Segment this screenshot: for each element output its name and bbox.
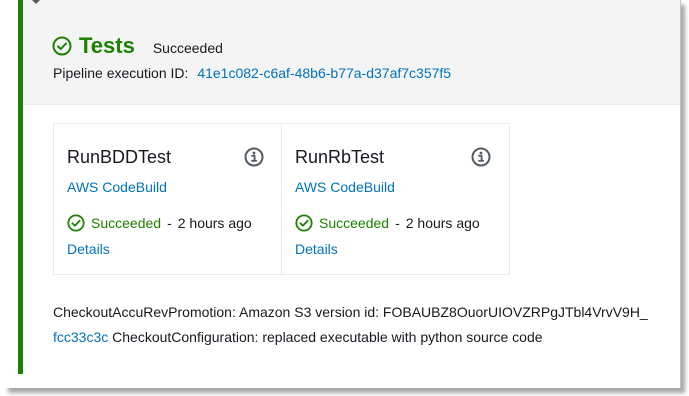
action-status-row: Succeeded - 2 hours ago xyxy=(295,214,480,232)
actions-row: RunBDDTest AWS CodeBuild Succeeded - 2 h… xyxy=(53,123,510,275)
source-revisions: CheckoutAccuRevPromotion: Amazon S3 vers… xyxy=(53,300,683,350)
revision-line-s3: CheckoutAccuRevPromotion: Amazon S3 vers… xyxy=(53,304,648,320)
action-details-link[interactable]: Details xyxy=(295,241,338,257)
action-status: Succeeded xyxy=(319,215,390,231)
stage-header: Tests Succeeded Pipeline execution ID: 4… xyxy=(23,0,680,105)
action-provider-link[interactable]: AWS CodeBuild xyxy=(295,179,395,195)
execution-id-label: Pipeline execution ID: xyxy=(53,65,189,81)
revision-line-commit: fcc33c3c CheckoutConfiguration: replaced… xyxy=(53,325,683,350)
info-icon[interactable] xyxy=(471,147,491,167)
action-status: Succeeded xyxy=(91,215,162,231)
action-time: 2 hours ago xyxy=(177,215,252,231)
status-separator: - xyxy=(395,215,400,231)
commit-id-link[interactable]: fcc33c3c xyxy=(53,329,108,345)
action-provider-link[interactable]: AWS CodeBuild xyxy=(67,179,167,195)
execution-id-link[interactable]: 41e1c082-c6af-48b6-b77a-d37af7c357f5 xyxy=(197,65,451,81)
commit-message: CheckoutConfiguration: replaced executab… xyxy=(112,329,543,345)
caret-down-icon xyxy=(32,0,40,4)
action-card-runbddtest: RunBDDTest AWS CodeBuild Succeeded - 2 h… xyxy=(54,124,281,274)
stage-status: Succeeded xyxy=(152,40,223,56)
stage-title: Tests xyxy=(79,33,135,58)
info-icon[interactable] xyxy=(244,147,264,167)
action-time: 2 hours ago xyxy=(405,215,480,231)
check-circle-icon xyxy=(67,214,85,232)
stage-title-row: Tests Succeeded xyxy=(52,33,223,59)
check-circle-icon xyxy=(295,214,313,232)
action-details-link[interactable]: Details xyxy=(67,241,110,257)
stage-panel: Tests Succeeded Pipeline execution ID: 4… xyxy=(18,0,680,374)
action-status-row: Succeeded - 2 hours ago xyxy=(67,214,252,232)
check-circle-icon xyxy=(52,36,72,56)
action-name: RunBDDTest xyxy=(67,147,172,167)
action-card-runrbtest: RunRbTest AWS CodeBuild Succeeded - 2 ho… xyxy=(281,124,508,274)
execution-id-row: Pipeline execution ID: 41e1c082-c6af-48b… xyxy=(53,65,451,81)
pipeline-stage-frame: Tests Succeeded Pipeline execution ID: 4… xyxy=(4,0,681,388)
action-name: RunRbTest xyxy=(295,147,385,167)
status-separator: - xyxy=(167,215,172,231)
